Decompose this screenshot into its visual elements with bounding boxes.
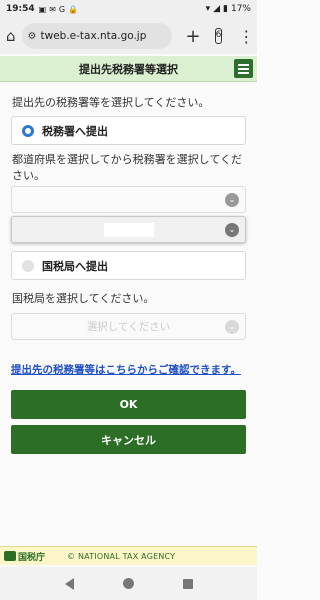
option-tax-office[interactable]: 税務署へ提出 — [11, 116, 246, 145]
gmail-icon: ✉ — [49, 4, 56, 14]
status-icons-left: ▣ ✉ G 🔒 — [39, 5, 78, 14]
option-regional-bureau[interactable]: 国税局へ提出 — [11, 251, 246, 280]
prefecture-select[interactable]: ⌄ — [11, 186, 246, 213]
radio-tax-office[interactable] — [22, 124, 34, 137]
intro-text: 提出先の税務署等を選択してください。 — [12, 96, 210, 109]
option-regional-bureau-label: 国税局へ提出 — [42, 259, 108, 273]
recent-apps-icon[interactable] — [182, 578, 193, 589]
cancel-button[interactable]: キャンセル — [11, 425, 246, 454]
nta-logo: 国税庁 — [4, 550, 45, 563]
nta-logo-text: 国税庁 — [18, 552, 46, 563]
back-icon[interactable] — [64, 577, 74, 590]
status-time: 19:54 — [6, 4, 35, 14]
new-tab-icon[interactable]: + — [186, 26, 201, 47]
chevron-down-icon: ⌄ — [225, 320, 239, 334]
home-button-icon[interactable] — [122, 578, 134, 589]
bureau-instruction: 国税局を選択してください。 — [12, 292, 155, 305]
copyright-text: © NATIONAL TAX AGENCY — [67, 551, 176, 561]
radio-regional-bureau[interactable] — [22, 259, 34, 272]
url-text: tweb.e-tax.nta.go.jp — [40, 30, 147, 42]
prefecture-instruction: 都道府県を選択してから税務署を選択してください。 — [12, 153, 243, 182]
status-bar: 19:54 ▣ ✉ G 🔒 ▾ ◢ ▮ 17% — [0, 0, 257, 18]
page-title: 提出先税務署等選択 — [79, 62, 178, 76]
option-tax-office-label: 税務署へ提出 — [42, 124, 108, 138]
google-icon: G — [58, 4, 66, 14]
selected-value-box — [103, 222, 154, 237]
chevron-down-icon: ⌄ — [225, 193, 239, 207]
tax-office-select[interactable]: ⌄ — [11, 216, 246, 243]
status-icons-right: ▾ ◢ ▮ 17% — [206, 4, 251, 14]
home-icon[interactable]: ⌂ — [6, 27, 16, 45]
site-settings-icon[interactable]: ⚙ — [28, 31, 37, 42]
page-header: 提出先税務署等選択 — [0, 56, 257, 82]
wifi-icon: ▾ — [205, 4, 211, 14]
battery-percent: 17% — [230, 4, 251, 14]
page-footer: 国税庁 © NATIONAL TAX AGENCY — [0, 546, 257, 565]
tab-count-button[interactable]: 6 — [214, 28, 223, 44]
bureau-select[interactable]: 選択してください ⌄ — [11, 313, 246, 340]
battery-icon: ▮ — [223, 4, 228, 14]
ok-button[interactable]: OK — [11, 390, 246, 419]
browser-toolbar: ⌂ ⚙ tweb.e-tax.nta.go.jp + 6 ⋮ — [0, 18, 257, 54]
chevron-down-icon: ⌄ — [225, 223, 239, 237]
confirm-tax-office-link[interactable]: 提出先の税務署等はこちらからご確認できます。 — [11, 362, 241, 377]
bureau-select-placeholder: 選択してください — [86, 321, 171, 333]
notif-icon: ▣ — [38, 4, 47, 14]
hamburger-menu-button[interactable] — [234, 59, 253, 78]
nta-logo-icon — [4, 551, 16, 561]
android-nav-bar — [0, 567, 257, 600]
url-field[interactable]: ⚙ tweb.e-tax.nta.go.jp — [21, 23, 172, 49]
signal-icon: ◢ — [213, 4, 221, 14]
overflow-menu-icon[interactable]: ⋮ — [238, 27, 254, 46]
lock-icon: 🔒 — [68, 4, 79, 14]
